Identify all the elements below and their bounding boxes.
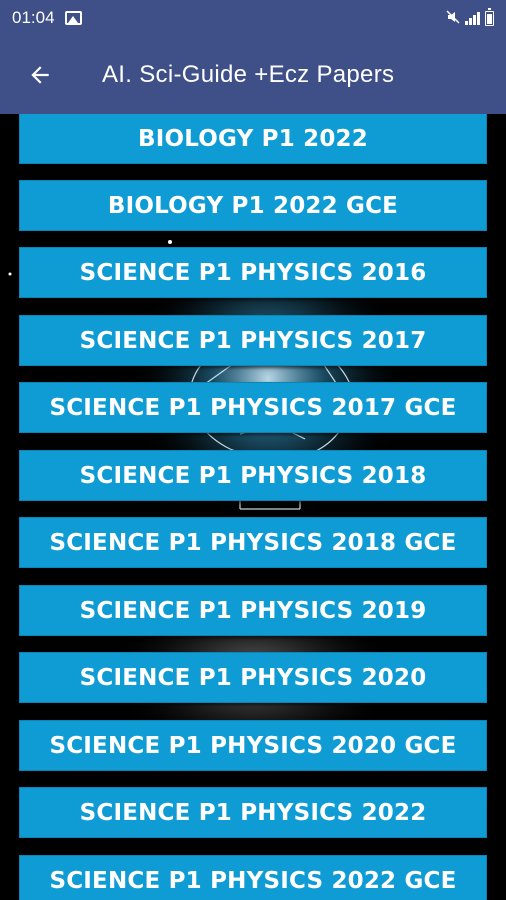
arrow-left-icon <box>31 66 49 84</box>
gallery-icon <box>64 11 82 25</box>
paper-button-science-p1-physics-2018[interactable]: SCIENCE P1 PHYSICS 2018 <box>19 450 487 501</box>
mute-icon <box>446 9 460 27</box>
app-bar: AI. Sci-Guide +Ecz Papers <box>0 36 506 114</box>
signal-icon <box>465 11 480 25</box>
app-title: AI. Sci-Guide +Ecz Papers <box>102 61 395 88</box>
paper-button-science-p1-physics-2017-gce[interactable]: SCIENCE P1 PHYSICS 2017 GCE <box>19 382 487 433</box>
back-button[interactable] <box>0 36 80 114</box>
status-left: 01:04 <box>12 8 82 28</box>
battery-icon <box>485 7 494 26</box>
paper-button-biology-p1-2022-gce[interactable]: BIOLOGY P1 2022 GCE <box>19 180 487 231</box>
status-bar: 01:04 <box>0 0 506 36</box>
background-brain-illustration <box>8 240 408 764</box>
paper-button-science-p1-physics-2020-gce[interactable]: SCIENCE P1 PHYSICS 2020 GCE <box>19 720 487 771</box>
paper-button-science-p1-physics-2019[interactable]: SCIENCE P1 PHYSICS 2019 <box>19 585 487 636</box>
paper-button-science-p1-physics-2020[interactable]: SCIENCE P1 PHYSICS 2020 <box>19 652 487 703</box>
paper-list-screen[interactable]: BIOLOGY P1 2022 BIOLOGY P1 2022 GCE SCIE… <box>0 114 506 900</box>
paper-button-science-p1-physics-2022[interactable]: SCIENCE P1 PHYSICS 2022 <box>19 787 487 838</box>
paper-button-biology-p1-2022[interactable]: BIOLOGY P1 2022 <box>19 114 487 164</box>
paper-button-science-p1-physics-2016[interactable]: SCIENCE P1 PHYSICS 2016 <box>19 247 487 298</box>
status-right <box>446 7 494 27</box>
paper-button-science-p1-physics-2018-gce[interactable]: SCIENCE P1 PHYSICS 2018 GCE <box>19 517 487 568</box>
paper-button-science-p1-physics-2017[interactable]: SCIENCE P1 PHYSICS 2017 <box>19 315 487 366</box>
status-time: 01:04 <box>12 8 55 27</box>
paper-button-science-p1-physics-2022-gce[interactable]: SCIENCE P1 PHYSICS 2022 GCE <box>19 855 487 900</box>
